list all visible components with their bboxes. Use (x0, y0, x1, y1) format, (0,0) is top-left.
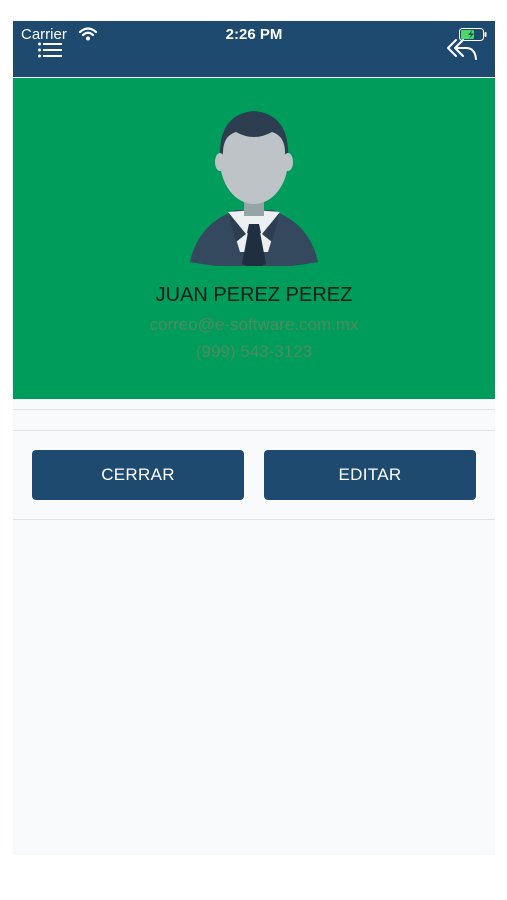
menu-list-icon[interactable] (38, 41, 62, 59)
navigation-bar: Carrier 2:26 PM (13, 21, 495, 77)
profile-name: JUAN PEREZ PEREZ (155, 284, 353, 306)
close-button[interactable]: CERRAR (32, 450, 244, 500)
profile-card: JUAN PEREZ PEREZ correo@e-software.com.m… (13, 78, 495, 399)
divider (13, 409, 495, 410)
profile-email: correo@e-software.com.mx (149, 315, 359, 334)
businessman-avatar-icon (190, 111, 318, 266)
edit-button[interactable]: EDITAR (264, 450, 476, 500)
profile-phone: (999) 543-3123 (195, 342, 313, 361)
status-time: 2:26 PM (225, 26, 283, 43)
divider (13, 430, 495, 431)
divider (13, 519, 495, 520)
reply-back-icon[interactable] (446, 37, 478, 61)
app-screen: Carrier 2:26 PM JUAN PEREZ PEREZ correo@… (13, 21, 495, 855)
